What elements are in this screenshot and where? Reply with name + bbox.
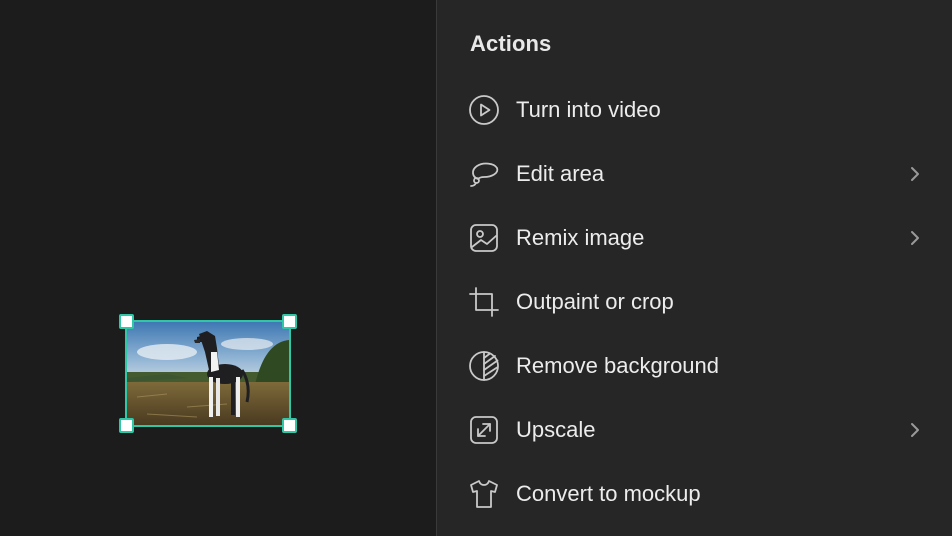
play-circle-icon [467,93,501,127]
crop-icon [467,285,501,319]
upscale-icon [467,413,501,447]
action-label: Turn into video [516,97,661,122]
chevron-right-icon [905,228,925,248]
action-label: Remove background [516,353,720,378]
action-remove-background[interactable]: Remove background [467,344,925,388]
action-label: Upscale [516,417,596,442]
action-label: Convert to mockup [516,481,701,506]
action-edit-area[interactable]: Edit area [467,152,925,196]
tshirt-icon [467,477,501,511]
action-label: Outpaint or crop [516,289,674,314]
action-convert-to-mockup[interactable]: Convert to mockup [467,472,925,516]
action-turn-into-video[interactable]: Turn into video [467,88,925,132]
resize-handle-bottom-right[interactable] [282,418,297,433]
app-root: Actions Turn into video Edit area Remix … [0,0,952,536]
action-remix-image[interactable]: Remix image [467,216,925,260]
selected-image-frame[interactable] [119,314,297,433]
actions-panel: Actions Turn into video Edit area Remix … [437,0,952,536]
dog-photo-illustration [127,322,289,425]
dog-photo[interactable] [127,322,289,425]
action-outpaint-or-crop[interactable]: Outpaint or crop [467,280,925,324]
panel-title: Actions [470,31,552,56]
resize-handle-top-left[interactable] [119,314,134,329]
resize-handle-bottom-left[interactable] [119,418,134,433]
canvas-area[interactable] [0,0,436,536]
chevron-right-icon [905,164,925,184]
remove-background-icon [467,349,501,383]
action-label: Remix image [516,225,645,250]
lasso-icon [467,157,501,191]
image-icon [467,221,501,255]
action-label: Edit area [516,161,605,186]
resize-handle-top-right[interactable] [282,314,297,329]
chevron-right-icon [905,420,925,440]
action-upscale[interactable]: Upscale [467,408,925,452]
